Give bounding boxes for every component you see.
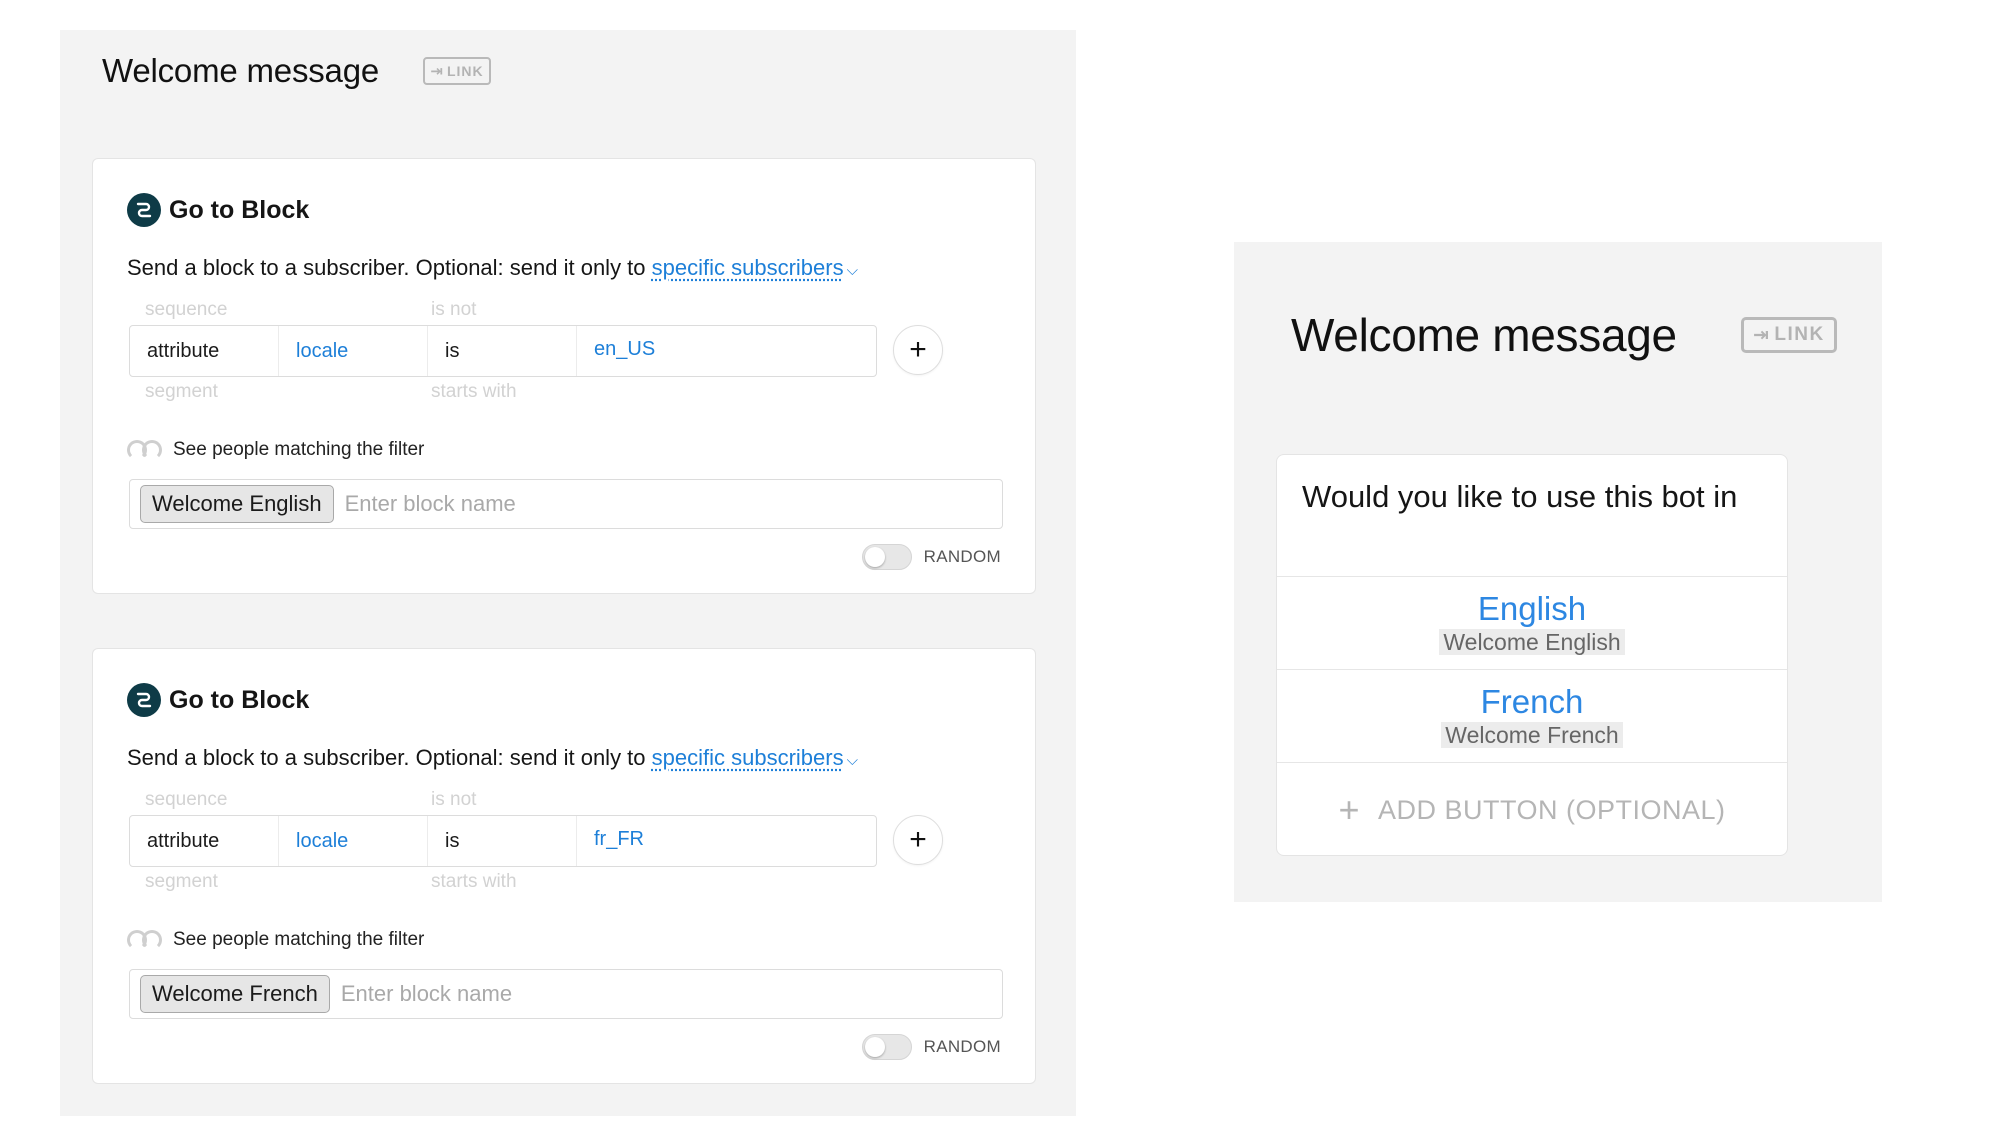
plus-icon: + (1338, 789, 1360, 830)
people-icon (127, 440, 162, 460)
link-arrow-icon: ⇥ (1752, 324, 1771, 346)
filter-operator[interactable]: is (428, 326, 577, 376)
go-to-block-card: Go to Block Send a block to a subscriber… (92, 158, 1036, 594)
message-preview-card: Would you like to use this bot in Englis… (1276, 454, 1788, 856)
preview-link-label: LINK (1774, 324, 1825, 345)
link-arrow-icon: ⇥ (430, 62, 444, 80)
quick-reply-label: French (1480, 683, 1584, 720)
filter-row: attribute locale is fr_FR (129, 815, 877, 867)
ghost-option-segment: segment (145, 381, 218, 402)
ghost-option-starts-with: starts with (431, 871, 517, 892)
add-filter-button[interactable]: + (893, 325, 943, 375)
block-chip[interactable]: Welcome English (140, 485, 334, 523)
quick-reply-target: Welcome English (1439, 629, 1625, 655)
block-name-placeholder: Enter block name (344, 491, 516, 516)
chevron-down-icon[interactable]: ⌵ (847, 262, 858, 279)
ghost-option-starts-with: starts with (431, 381, 517, 402)
preview-panel: Welcome message ⇥ LINK Would you like to… (1234, 242, 1882, 902)
ghost-option-sequence: sequence (145, 789, 228, 810)
toggle-knob (864, 1037, 885, 1057)
specific-subscribers-link[interactable]: specific subscribers (652, 745, 844, 770)
ghost-option-sequence: sequence (145, 299, 228, 320)
see-people-label: See people matching the filter (173, 929, 425, 950)
card-description: Send a block to a subscriber. Optional: … (127, 255, 858, 281)
preview-header: Welcome message ⇥ LINK (1291, 308, 1837, 362)
quick-reply-target: Welcome French (1441, 722, 1623, 748)
filter-type[interactable]: attribute (130, 326, 279, 376)
go-to-block-icon (127, 193, 161, 227)
page-title: Welcome message (102, 52, 380, 89)
ghost-option-is-not: is not (431, 789, 477, 810)
block-name-input[interactable]: Welcome English Enter block name (129, 479, 1003, 529)
add-button-label: ADD BUTTON (OPTIONAL) (1378, 794, 1726, 825)
see-people-link[interactable]: See people matching the filter (127, 929, 424, 951)
block-name-input[interactable]: Welcome French Enter block name (129, 969, 1003, 1019)
filter-value[interactable]: fr_FR (577, 816, 876, 866)
go-to-block-card: Go to Block Send a block to a subscriber… (92, 648, 1036, 1084)
block-name-placeholder: Enter block name (340, 981, 513, 1006)
card-title: Go to Block (169, 195, 310, 224)
editor-panel: Welcome message ⇥ LINK Go to Block Send … (60, 30, 1076, 1116)
add-button[interactable]: + ADD BUTTON (OPTIONAL) (1277, 763, 1787, 855)
panel-header: Welcome message ⇥ LINK (102, 52, 492, 90)
description-text: Send a block to a subscriber. Optional: … (127, 255, 646, 280)
random-toggle-row: RANDOM (861, 544, 1001, 570)
block-chip[interactable]: Welcome French (140, 975, 330, 1013)
card-header: Go to Block (127, 193, 309, 227)
random-label: RANDOM (923, 547, 1001, 566)
link-button[interactable]: ⇥ LINK (423, 57, 492, 85)
random-label: RANDOM (923, 1037, 1001, 1056)
filter-type[interactable]: attribute (130, 816, 279, 866)
link-label: LINK (446, 63, 484, 79)
filter-row: attribute locale is en_US (129, 325, 877, 377)
quick-reply-button-french[interactable]: French Welcome French (1277, 670, 1787, 763)
quick-reply-label: English (1477, 590, 1587, 627)
specific-subscribers-link[interactable]: specific subscribers (652, 255, 844, 280)
chevron-down-icon[interactable]: ⌵ (847, 752, 858, 769)
card-header: Go to Block (127, 683, 309, 717)
people-icon (127, 930, 162, 950)
description-text: Send a block to a subscriber. Optional: … (127, 745, 646, 770)
card-description: Send a block to a subscriber. Optional: … (127, 745, 858, 771)
filter-attribute[interactable]: locale (279, 326, 428, 376)
see-people-link[interactable]: See people matching the filter (127, 439, 424, 461)
toggle-knob (864, 547, 885, 567)
card-title: Go to Block (169, 685, 310, 714)
see-people-label: See people matching the filter (173, 439, 425, 460)
filter-operator[interactable]: is (428, 816, 577, 866)
random-toggle-row: RANDOM (861, 1034, 1001, 1060)
quick-reply-button-english[interactable]: English Welcome English (1277, 577, 1787, 670)
go-to-block-icon (127, 683, 161, 717)
random-toggle[interactable] (861, 544, 912, 570)
preview-link-button[interactable]: ⇥ LINK (1740, 317, 1837, 353)
add-filter-button[interactable]: + (893, 815, 943, 865)
filter-attribute[interactable]: locale (279, 816, 428, 866)
filter-value[interactable]: en_US (577, 326, 876, 376)
preview-title: Welcome message (1291, 309, 1677, 361)
random-toggle[interactable] (861, 1034, 912, 1060)
message-text: Would you like to use this bot in (1277, 455, 1787, 577)
ghost-option-is-not: is not (431, 299, 477, 320)
ghost-option-segment: segment (145, 871, 218, 892)
